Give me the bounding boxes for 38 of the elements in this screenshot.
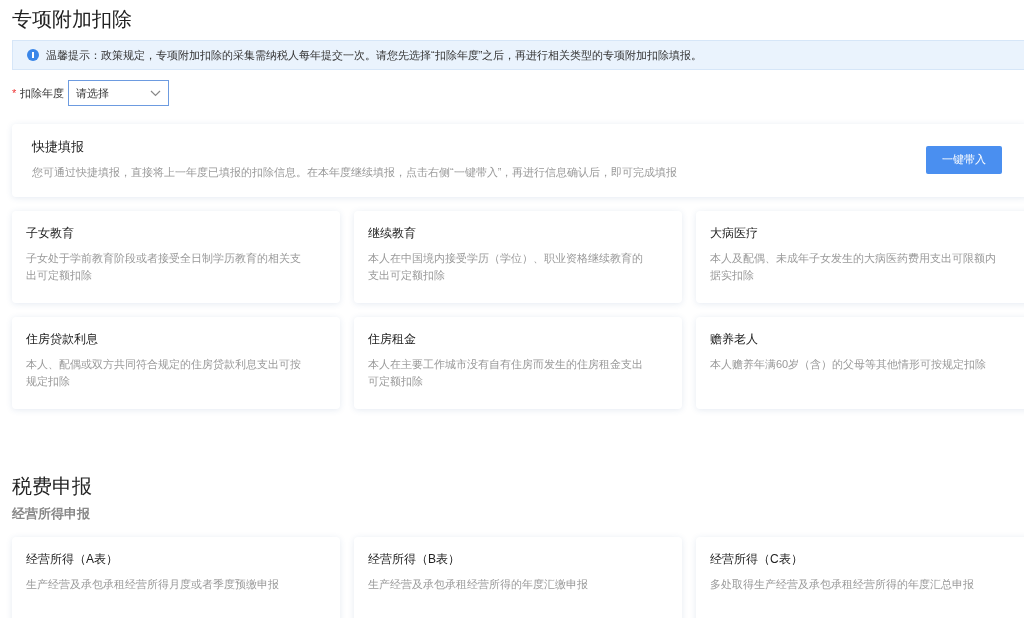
card-description: 多处取得生产经营及承包承租经营所得的年度汇总申报	[710, 577, 975, 592]
card-description: 生产经营及承包承租经营所得月度或者季度预缴申报	[26, 577, 280, 592]
card-title: 赡养老人	[710, 331, 759, 348]
card-description: 本人、配偶或双方共同符合规定的住房贷款利息支出可按规定扣除	[26, 357, 302, 389]
card-title: 住房租金	[368, 331, 417, 348]
service-card[interactable]: 经营所得（A表） 生产经营及承包承租经营所得月度或者季度预缴申报	[12, 537, 340, 618]
card-title: 大病医疗	[710, 225, 759, 242]
info-icon	[27, 49, 39, 61]
service-card[interactable]: 继续教育 本人在中国境内接受学历（学位）、职业资格继续教育的支出可定额扣除	[354, 211, 682, 303]
card-title: 经营所得（A表）	[26, 551, 119, 568]
card-title: 继续教育	[368, 225, 417, 242]
card-description: 本人在中国境内接受学历（学位）、职业资格继续教育的支出可定额扣除	[368, 251, 644, 283]
card-description: 生产经营及承包承租经营所得的年度汇缴申报	[368, 577, 589, 592]
service-card[interactable]: 住房租金 本人在主要工作城市没有自有住房而发生的住房租金支出可定额扣除	[354, 317, 682, 409]
card-title: 经营所得（B表）	[368, 551, 461, 568]
required-mark: *	[12, 87, 17, 99]
chevron-down-icon	[150, 89, 162, 97]
field-label: 扣除年度	[20, 85, 65, 101]
service-card[interactable]: 大病医疗 本人及配偶、未成年子女发生的大病医药费用支出可限额内据实扣除	[696, 211, 1024, 303]
section-subtitle: 经营所得申报	[12, 505, 91, 523]
card-title: 住房贷款利息	[26, 331, 99, 348]
card-description: 您可通过快捷填报，直接将上一年度已填报的扣除信息。在本年度继续填报，点击右侧“一键带入”，再进行信息确认后，即可完成填报	[32, 165, 678, 180]
section-title: 税费申报	[12, 474, 93, 499]
service-card[interactable]: 赡养老人 本人赡养年满60岁（含）的父母等其他情形可按规定扣除	[696, 317, 1024, 409]
card-description: 子女处于学前教育阶段或者接受全日制学历教育的相关支出可定额扣除	[26, 251, 302, 283]
card-description: 本人赡养年满60岁（含）的父母等其他情形可按规定扣除	[710, 357, 988, 372]
service-card[interactable]: 经营所得（B表） 生产经营及承包承租经营所得的年度汇缴申报	[354, 537, 682, 618]
card-description: 本人在主要工作城市没有自有住房而发生的住房租金支出可定额扣除	[368, 357, 644, 389]
card-title: 经营所得（C表）	[710, 551, 804, 568]
card-title: 子女教育	[26, 225, 75, 242]
card-title: 快捷填报	[32, 138, 85, 156]
notice-text: 温馨提示：政策规定，专项附加扣除的采集需纳税人每年提交一次。请您先选择“扣除年度”之后，再进行相关类型的专项附加扣除填报。	[46, 47, 703, 63]
page-title: 专项附加扣除	[12, 7, 133, 32]
service-card[interactable]: 子女教育 子女处于学前教育阶段或者接受全日制学历教育的相关支出可定额扣除	[12, 211, 340, 303]
year-select[interactable]: 请选择	[68, 80, 170, 106]
service-card[interactable]: 经营所得（C表） 多处取得生产经营及承包承租经营所得的年度汇总申报	[696, 537, 1024, 618]
service-card[interactable]: 住房贷款利息 本人、配偶或双方共同符合规定的住房贷款利息支出可按规定扣除	[12, 317, 340, 409]
card-description: 本人及配偶、未成年子女发生的大病医药费用支出可限额内据实扣除	[710, 251, 997, 283]
